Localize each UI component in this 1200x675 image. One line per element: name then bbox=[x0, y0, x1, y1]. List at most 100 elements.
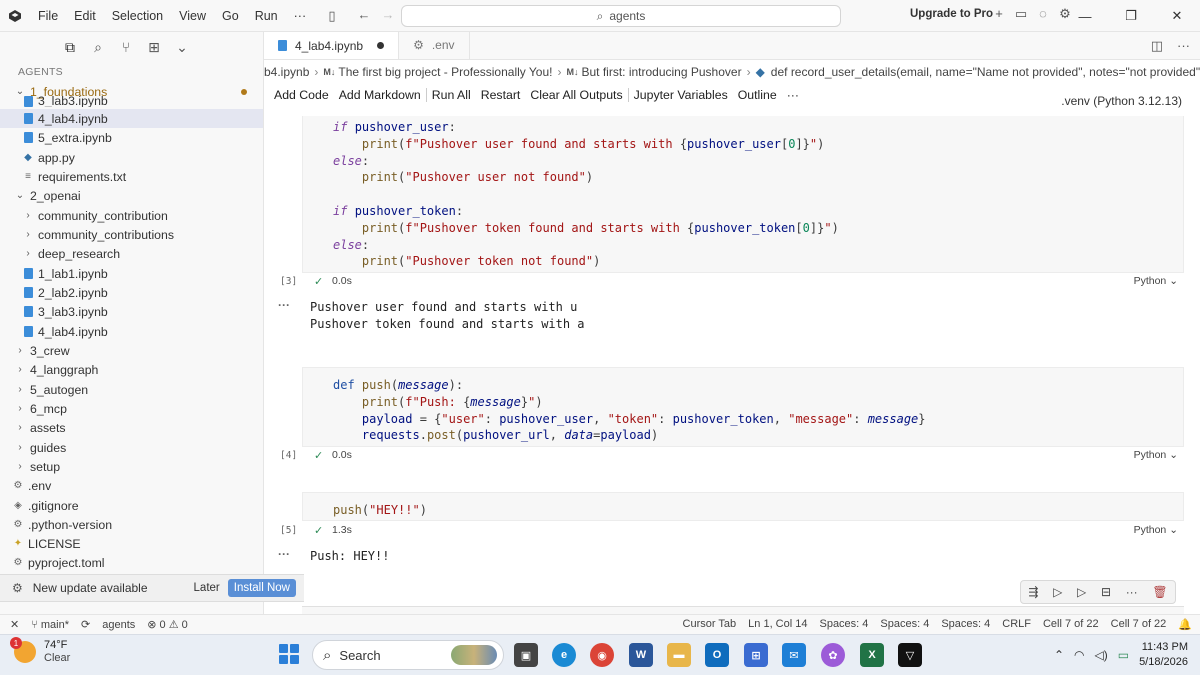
output-menu-icon[interactable]: ··· bbox=[278, 298, 290, 312]
volume-icon[interactable]: ◁) bbox=[1094, 648, 1107, 662]
folder-4-langgraph[interactable]: › 4_langgraph bbox=[0, 360, 263, 379]
source-control-icon[interactable]: ⑂ bbox=[118, 39, 134, 55]
code-cell-4[interactable]: def push(message): print(f"Push: {messag… bbox=[302, 367, 1184, 447]
file-5-extra[interactable]: 5_extra.ipynb bbox=[0, 128, 263, 147]
kernel-picker[interactable]: .venv (Python 3.12.13) bbox=[1061, 94, 1182, 108]
breadcrumb-function[interactable]: def record_user_details(email, name="Nam… bbox=[771, 65, 1200, 79]
folder-community-contributions[interactable]: › community_contributions bbox=[0, 225, 263, 244]
unsaved-dot-icon[interactable] bbox=[377, 42, 385, 49]
cursor-app-icon[interactable]: ▽ bbox=[898, 643, 922, 667]
code-cell-3[interactable]: if pushover_user: print(f"Pushover user … bbox=[302, 116, 1184, 273]
file-1-lab1[interactable]: 1_lab1.ipynb bbox=[0, 264, 263, 283]
store-icon[interactable]: ⊞ bbox=[744, 643, 768, 667]
forward-arrow-icon[interactable]: → bbox=[374, 7, 402, 22]
file-gitignore[interactable]: ◈ .gitignore bbox=[0, 496, 263, 515]
folder-deep-research[interactable]: › deep_research bbox=[0, 244, 263, 263]
remote-icon[interactable]: ✕ bbox=[10, 618, 19, 631]
file-app-py[interactable]: ◆ app.py bbox=[0, 148, 263, 167]
split-cell-icon[interactable]: ⊟ bbox=[1101, 585, 1111, 599]
execute-above-icon[interactable]: ▷ bbox=[1053, 585, 1062, 599]
file-3-lab3-openai[interactable]: 3_lab3.ipynb bbox=[0, 302, 263, 321]
word-icon[interactable]: W bbox=[629, 643, 653, 667]
menu-file[interactable]: File bbox=[30, 9, 66, 23]
indentation-1[interactable]: Spaces: 4 bbox=[819, 618, 868, 631]
clear-outputs-button[interactable]: Clear All Outputs bbox=[530, 88, 622, 102]
chevron-down-icon[interactable]: ⌄ bbox=[174, 39, 190, 56]
jupyter-variables-button[interactable]: Jupyter Variables bbox=[634, 88, 728, 102]
search-icon[interactable]: ⌕ bbox=[90, 39, 106, 56]
cursor-position[interactable]: Ln 1, Col 14 bbox=[748, 618, 807, 631]
split-editor-icon[interactable]: ◫ bbox=[1151, 38, 1163, 54]
outlook-icon[interactable]: O bbox=[705, 643, 729, 667]
folder-setup[interactable]: › setup bbox=[0, 457, 263, 476]
menu-view[interactable]: View bbox=[171, 9, 214, 23]
file-3-lab3[interactable]: 3_lab3.ipynb bbox=[0, 95, 263, 107]
more-actions-icon[interactable]: ··· bbox=[1177, 38, 1190, 54]
line-ending[interactable]: CRLF bbox=[1002, 618, 1031, 631]
panel-icon[interactable]: ▭ bbox=[1012, 6, 1030, 22]
menu-selection[interactable]: Selection bbox=[104, 9, 171, 23]
file-pyproject[interactable]: ⚙ pyproject.toml bbox=[0, 553, 263, 572]
chrome-icon[interactable]: ◉ bbox=[590, 643, 614, 667]
extensions-icon[interactable]: ⊞ bbox=[146, 39, 162, 56]
file-env[interactable]: ⚙ .env bbox=[0, 476, 263, 495]
battery-icon[interactable]: ▭ bbox=[1118, 648, 1129, 662]
close-icon[interactable]: ✕ bbox=[1154, 0, 1200, 32]
clock[interactable]: 11:43 PM 5/18/2026 bbox=[1139, 640, 1188, 670]
mail-icon[interactable]: ✉ bbox=[782, 643, 806, 667]
code-content[interactable]: if pushover_user: print(f"Pushover user … bbox=[303, 116, 1183, 270]
menu-edit[interactable]: Edit bbox=[66, 9, 104, 23]
sync-icon[interactable]: ⟳ bbox=[81, 618, 90, 631]
command-center-search[interactable]: ⌕ agents bbox=[401, 5, 841, 27]
excel-icon[interactable]: X bbox=[860, 643, 884, 667]
chevron-up-icon[interactable]: ⌃ bbox=[1054, 648, 1064, 662]
indentation-3[interactable]: Spaces: 4 bbox=[941, 618, 990, 631]
file-explorer-icon[interactable]: ▬ bbox=[667, 643, 691, 667]
menu-more[interactable]: ··· bbox=[286, 9, 315, 23]
cell-indicator-1[interactable]: Cell 7 of 22 bbox=[1043, 618, 1099, 631]
edge-icon[interactable]: e bbox=[552, 643, 576, 667]
code-cell-5[interactable]: push("HEY!!") bbox=[302, 492, 1184, 521]
start-button[interactable] bbox=[279, 644, 299, 664]
cursor-tab-status[interactable]: Cursor Tab bbox=[683, 618, 737, 631]
folder-community-contribution[interactable]: › community_contribution bbox=[0, 206, 263, 225]
wifi-icon[interactable]: ◠ bbox=[1074, 648, 1084, 662]
upgrade-button[interactable]: Upgrade to Pro bbox=[910, 8, 993, 20]
workspace-name[interactable]: agents bbox=[102, 619, 135, 631]
cell-language[interactable]: Python ⌄ bbox=[1134, 275, 1178, 287]
tab-env[interactable]: ⚙ .env bbox=[399, 32, 470, 59]
cell-language[interactable]: Python ⌄ bbox=[1134, 449, 1178, 461]
breadcrumb-section-2[interactable]: But first: introducing Pushover bbox=[581, 65, 741, 79]
file-requirements[interactable]: ≡ requirements.txt bbox=[0, 167, 263, 186]
add-code-button[interactable]: Add Code bbox=[274, 88, 329, 102]
more-toolbar-button[interactable]: ··· bbox=[787, 88, 799, 102]
folder-6-mcp[interactable]: › 6_mcp bbox=[0, 399, 263, 418]
install-now-button[interactable]: Install Now bbox=[227, 579, 296, 597]
branch-indicator[interactable]: ⑂ main* bbox=[31, 619, 69, 631]
weather-widget[interactable]: 1 74°F Clear bbox=[10, 637, 70, 665]
toggle-sidebar-icon[interactable]: ▯ bbox=[318, 8, 346, 24]
taskbar-search[interactable]: ⌕ Search bbox=[312, 640, 504, 670]
file-python-version[interactable]: ⚙ .python-version bbox=[0, 515, 263, 534]
indentation-2[interactable]: Spaces: 4 bbox=[880, 618, 929, 631]
restart-button[interactable]: Restart bbox=[481, 88, 521, 102]
task-view-icon[interactable]: ▣ bbox=[514, 643, 538, 667]
restore-icon[interactable]: ❐ bbox=[1108, 0, 1154, 32]
delete-cell-icon[interactable]: 🗑 bbox=[1152, 585, 1167, 599]
menu-go[interactable]: Go bbox=[214, 9, 247, 23]
more-icon[interactable]: ··· bbox=[1126, 585, 1138, 599]
breadcrumb-file[interactable]: b4.ipynb bbox=[264, 65, 309, 79]
code-content[interactable]: def push(message): print(f"Push: {messag… bbox=[303, 368, 1183, 444]
run-all-button[interactable]: Run All bbox=[432, 88, 471, 102]
menu-run[interactable]: Run bbox=[247, 9, 286, 23]
folder-5-autogen[interactable]: › 5_autogen bbox=[0, 380, 263, 399]
folder-2-openai[interactable]: ⌄ 2_openai bbox=[0, 186, 263, 205]
file-4-lab4-openai[interactable]: 4_lab4.ipynb bbox=[0, 322, 263, 341]
file-license[interactable]: ✦ LICENSE bbox=[0, 534, 263, 553]
minimize-icon[interactable]: — bbox=[1062, 0, 1108, 32]
code-content[interactable]: push("HEY!!") bbox=[303, 493, 1183, 519]
folder-guides[interactable]: › guides bbox=[0, 438, 263, 457]
execute-below-icon[interactable]: ▷ bbox=[1077, 585, 1086, 599]
cell-indicator-2[interactable]: Cell 7 of 22 bbox=[1111, 618, 1167, 631]
add-markdown-button[interactable]: Add Markdown bbox=[339, 88, 421, 102]
